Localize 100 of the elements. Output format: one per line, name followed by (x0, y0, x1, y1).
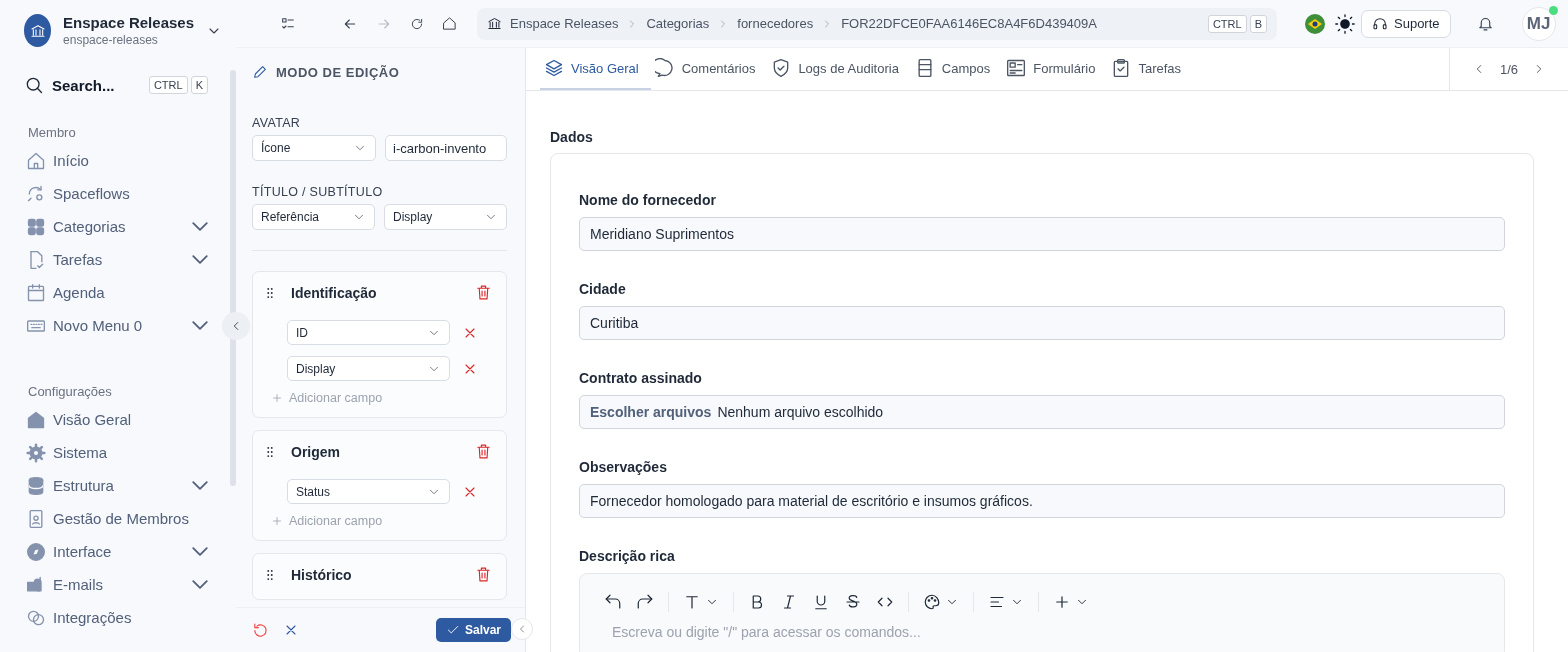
support-button[interactable]: Suporte (1361, 9, 1451, 38)
text-style-icon (683, 593, 701, 611)
chat-bubble-icon (654, 58, 675, 78)
breadcrumb-link[interactable]: Categorias (646, 16, 710, 31)
sidebar-item[interactable]: Estrutura (26, 469, 214, 502)
sidebar-item[interactable]: Tarefas (26, 243, 214, 276)
field-label: Contrato assinado (579, 370, 703, 386)
tab[interactable]: Formulário (1002, 48, 1108, 90)
choose-files-button[interactable]: Escolher arquivos (590, 404, 712, 420)
redo-button[interactable] (636, 593, 654, 611)
title-select[interactable]: Referência (252, 204, 375, 230)
sidebar-item[interactable]: Categorias (26, 210, 214, 243)
scrollbar[interactable] (230, 70, 236, 486)
trash-icon (475, 566, 492, 583)
tab[interactable]: Visão Geral (540, 48, 651, 90)
field-select[interactable]: Display (287, 356, 450, 381)
sidebar-group-title: Membro (28, 125, 77, 140)
section-title: Origem (291, 443, 340, 460)
undo-button[interactable] (604, 593, 622, 611)
field-select[interactable]: Status (287, 479, 450, 504)
palette-button[interactable] (923, 593, 959, 611)
avatar-type-select[interactable]: Ícone (252, 135, 376, 161)
sidebar-item[interactable]: Gestão de Membros (26, 502, 214, 535)
insert-button[interactable] (1053, 593, 1089, 611)
sidebar-item[interactable]: Integrações (26, 601, 214, 634)
workspace-logo[interactable] (24, 14, 52, 47)
grid-icon (26, 216, 46, 237)
brazil-flag-icon[interactable] (1305, 13, 1325, 34)
search-label[interactable]: Search... (52, 76, 115, 94)
calendar-icon (26, 282, 46, 303)
layers-icon (544, 58, 564, 78)
house-icon (26, 150, 46, 171)
redo-icon (636, 593, 654, 611)
user-avatar[interactable]: MJ (1521, 6, 1556, 41)
keyboard-key: B (1249, 14, 1267, 33)
sidebar-item[interactable]: Sistema (26, 436, 214, 469)
file-field[interactable]: Escolher arquivos Nenhum arquivo escolhido (579, 395, 1505, 429)
pencil-icon (252, 64, 268, 80)
field-label: AVATAR (252, 116, 302, 130)
underline-button[interactable] (812, 593, 830, 611)
text-style-button[interactable] (683, 593, 719, 611)
form-icon (1006, 58, 1027, 78)
compass-icon (26, 541, 46, 562)
icon-name-input[interactable]: i-carbon-invento (385, 135, 507, 161)
sidebar-item[interactable]: Spaceflows (26, 177, 214, 210)
trash-icon (475, 284, 492, 301)
sidebar-item[interactable]: Interface (26, 535, 214, 568)
tab[interactable]: Tarefas (1107, 48, 1194, 90)
text-field[interactable]: Fornecedor homologado para material de escritório e insumos gráficos. (579, 484, 1505, 518)
workspace-title: Enspace Releases (63, 14, 194, 31)
plus-icon (271, 392, 283, 404)
text-field[interactable]: Meridiano Suprimentos (579, 217, 1505, 251)
sidebar-item[interactable]: Novo Menu 0 (26, 309, 214, 342)
breadcrumb-link[interactable]: FOR22DFCE0FAA6146EC8A4F6D439409A (841, 16, 1097, 31)
strikethrough-button[interactable] (844, 593, 862, 611)
sidebar-item[interactable]: Agenda (26, 276, 214, 309)
field-select[interactable]: ID (287, 320, 450, 345)
sidebar-item[interactable]: Visão Geral (26, 403, 214, 436)
bell-icon (1476, 15, 1494, 32)
tab[interactable]: Campos (910, 48, 1003, 90)
tab[interactable]: Logs de Auditoria (767, 48, 911, 90)
plus-icon (271, 515, 283, 527)
field-label: Observações (579, 459, 668, 475)
sun-icon (1335, 13, 1355, 34)
subtitle-select[interactable]: Display (384, 204, 507, 230)
sidebar-item[interactable]: E-mails (26, 568, 214, 601)
house-icon (26, 409, 46, 430)
workspace-slug: enspace-releases (63, 33, 159, 47)
sidebar-item[interactable]: Início (26, 144, 214, 177)
gear-icon (26, 442, 46, 463)
bank-icon (487, 16, 502, 31)
field-label: Descrição rica (579, 548, 676, 564)
breadcrumb-link[interactable]: Enspace Releases (510, 16, 619, 31)
headset-icon (1372, 15, 1388, 32)
field-label: Cidade (579, 281, 627, 297)
editor-title: MODO DE EDIÇÃO (276, 64, 400, 80)
field-label: Nome do fornecedor (579, 192, 717, 208)
reload-icon (410, 16, 424, 31)
undo-icon (604, 593, 622, 611)
field-label: TÍTULO / SUBTÍTULO (252, 185, 384, 199)
section-title: Dados (550, 129, 594, 145)
tab[interactable]: Comentários (650, 48, 768, 90)
home-icon (442, 16, 457, 31)
bank-icon (29, 22, 46, 39)
trash-icon (475, 443, 492, 460)
database-icon (26, 475, 46, 496)
search-icon (24, 75, 44, 95)
sidebar-group-title: Configurações (28, 384, 113, 399)
section-title: Histórico (291, 566, 352, 583)
keyboard-key: CTRL (1207, 14, 1247, 33)
save-button[interactable]: Salvar (435, 618, 511, 642)
section-title: Identificação (291, 284, 377, 301)
palette-icon (923, 593, 941, 611)
text-field[interactable]: Curitiba (579, 306, 1505, 340)
check-icon (445, 623, 460, 637)
breadcrumb-link[interactable]: fornecedores (737, 16, 814, 31)
insert-icon (1053, 593, 1071, 611)
id-badge-icon (26, 508, 46, 529)
page-counter: 1/6 (1499, 61, 1518, 77)
editor-placeholder: Escreva ou digite "/" para acessar os comandos... (612, 624, 922, 640)
